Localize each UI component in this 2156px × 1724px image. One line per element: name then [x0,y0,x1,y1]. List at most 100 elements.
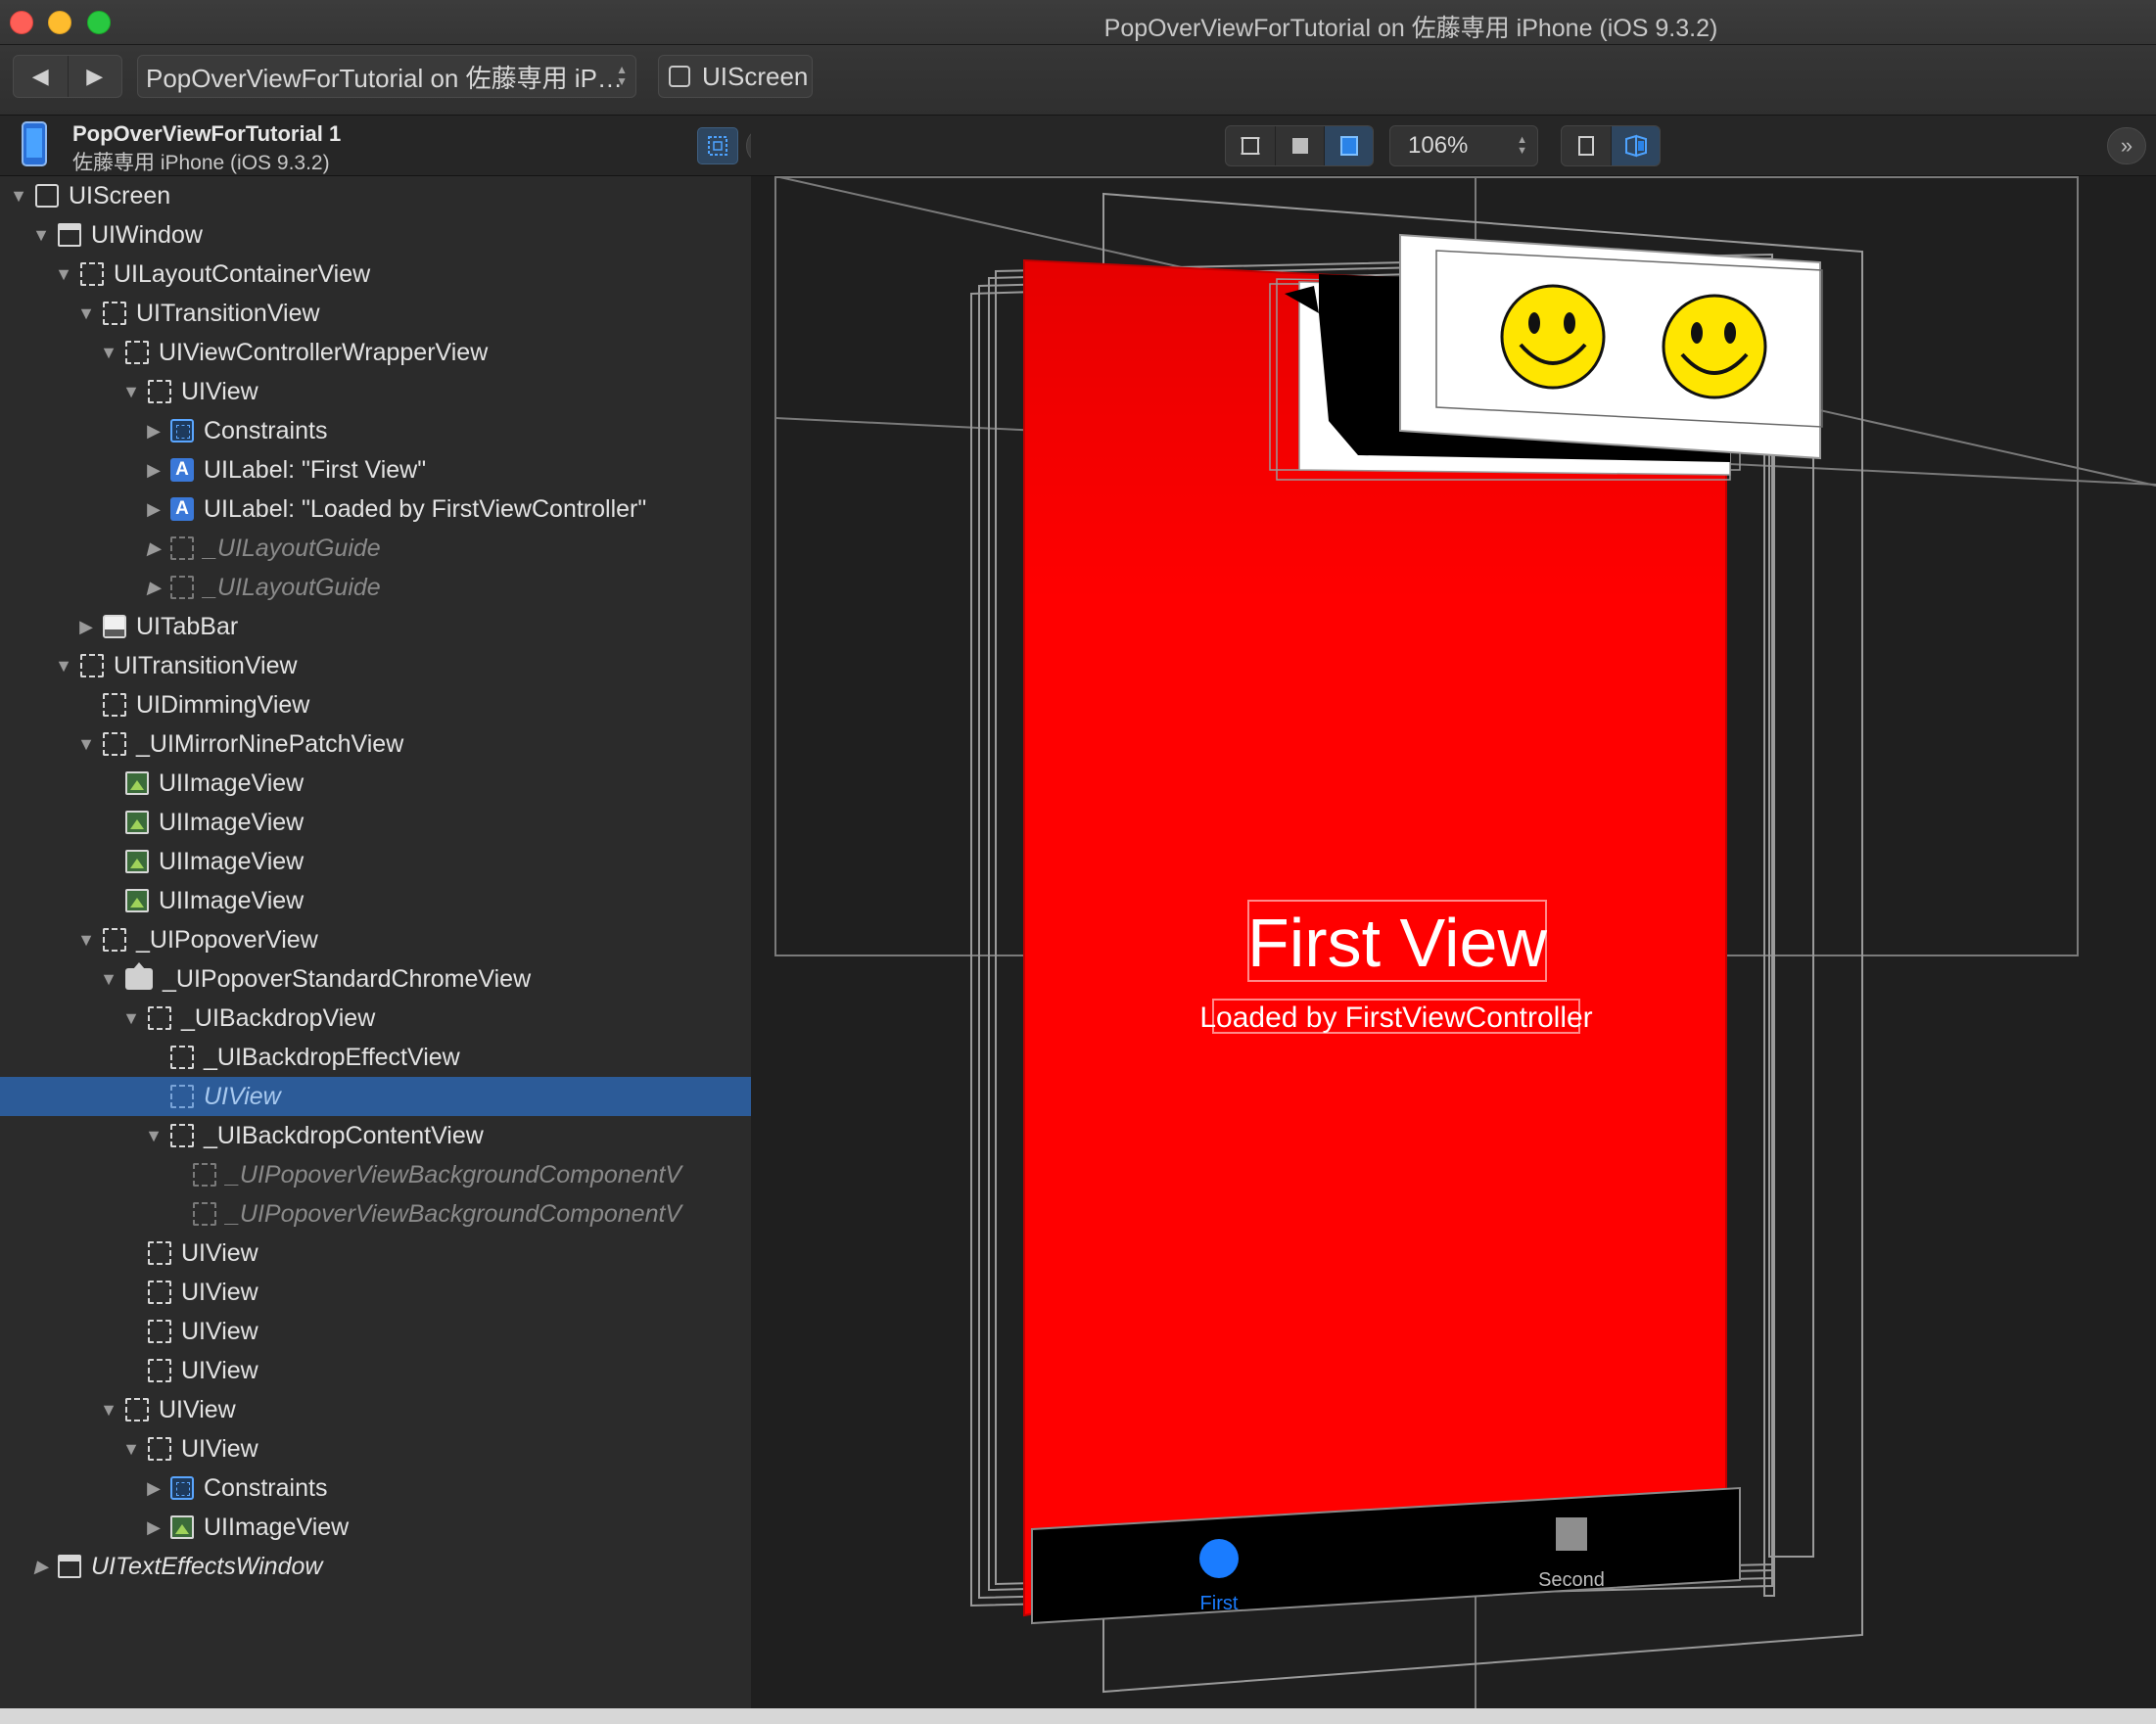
tree-row[interactable]: ▼ _UIMirrorNinePatchView [0,724,751,764]
wireframes-button[interactable] [1226,126,1275,165]
disclosure-open-icon[interactable]: ▼ [120,382,142,402]
disclosure-closed-icon[interactable]: ▶ [143,538,164,559]
tree-row[interactable]: UIImageView [0,764,751,803]
view-debugger-canvas[interactable]: First View Loaded by FirstViewController… [751,176,2156,1708]
forward-arrow-icon[interactable]: ▶ [69,56,122,97]
show-constraints-button[interactable] [697,127,738,164]
disclosure-open-icon[interactable]: ▼ [98,969,119,990]
tree-row[interactable]: ▶ Constraints [0,411,751,450]
tree-row[interactable]: ▶ UITextEffectsWindow [0,1547,751,1586]
disclosure-closed-icon[interactable]: ▶ [143,1517,164,1538]
disclosure-open-icon[interactable]: ▼ [75,734,97,755]
disclosure-open-icon[interactable]: ▼ [120,1439,142,1460]
tree-row[interactable]: ▶ A UILabel: "First View" [0,450,751,489]
tree-row[interactable]: ▼ _UIPopoverStandardChromeView [0,959,751,999]
view-icon [170,1124,194,1147]
tree-row-label: UIImageView [159,808,305,836]
tree-row[interactable]: UIImageView [0,803,751,842]
expand-inspector-button[interactable]: » [2107,127,2146,164]
tree-row[interactable]: ▶ UIImageView [0,1508,751,1547]
tree-row[interactable]: ▶ Constraints [0,1468,751,1508]
tab-second-icon[interactable] [1556,1517,1587,1551]
tree-row[interactable]: ▼ UITransitionView [0,294,751,333]
tree-row[interactable]: _UIPopoverViewBackgroundComponentV [0,1194,751,1234]
jump-bar-node-crumb[interactable]: UIScreen [658,55,813,98]
3d-view-button[interactable] [1611,126,1660,165]
disclosure-open-icon[interactable]: ▼ [75,930,97,951]
tree-row[interactable]: UIView [0,1234,751,1273]
disclosure-closed-icon[interactable]: ▶ [143,421,164,442]
tree-row[interactable]: ▼ _UIBackdropContentView [0,1116,751,1155]
tree-row[interactable]: ▼ UIWindow [0,215,751,255]
disclosure-open-icon[interactable]: ▼ [75,303,97,324]
tree-row-label: _UIPopoverStandardChromeView [163,964,532,993]
tree-row[interactable]: UIView [0,1351,751,1390]
tree-row[interactable]: _UIBackdropEffectView [0,1038,751,1077]
view-icon [80,654,104,677]
tree-row[interactable]: ▶ _UILayoutGuide [0,568,751,607]
disclosure-open-icon[interactable]: ▼ [8,186,29,207]
label-icon: A [170,458,194,482]
disclosure-open-icon[interactable]: ▼ [53,264,74,285]
tree-row[interactable]: ▼ UIView [0,1390,751,1429]
disclosure-open-icon[interactable]: ▼ [53,656,74,676]
tree-row[interactable]: ▼ _UIBackdropView [0,999,751,1038]
tree-row[interactable]: ▼ UILayoutContainerView [0,255,751,294]
disclosure-closed-icon[interactable]: ▶ [30,1557,52,1577]
tree-row[interactable]: ▼ UIView [0,1429,751,1468]
debug-navigator-header: PopOverViewForTutorial 1 佐藤専用 iPhone (iO… [0,116,785,176]
exploded-view-scene[interactable]: First View Loaded by FirstViewController… [751,176,2156,1708]
disclosure-open-icon[interactable]: ▼ [30,225,52,246]
zoom-value: 106% [1408,132,1469,159]
title-bar: PopOverViewForTutorial on 佐藤専用 iPhone (i… [0,0,2156,45]
view-icon [103,693,126,717]
tree-row-label: UIView [181,1434,258,1463]
tree-row[interactable]: ▶ _UILayoutGuide [0,529,751,568]
disclosure-open-icon[interactable]: ▼ [143,1126,164,1146]
tree-row[interactable]: ▼ UIView [0,372,751,411]
tree-row-label: UIDimmingView [136,690,310,719]
disclosure-open-icon[interactable]: ▼ [98,1400,119,1421]
disclosure-closed-icon[interactable]: ▶ [75,617,97,637]
constraints-icon [170,419,194,443]
popover-chrome-icon [125,962,153,990]
screen-icon [669,66,690,87]
tab-first-icon[interactable] [1199,1539,1239,1578]
tree-row[interactable]: ▶ A UILabel: "Loaded by FirstViewControlle… [0,489,751,529]
tree-row-label: UIImageView [159,769,305,797]
tree-row[interactable]: ▼ UIScreen [0,176,751,215]
disclosure-closed-icon[interactable]: ▶ [143,499,164,520]
disclosure-closed-icon[interactable]: ▶ [143,460,164,481]
wireframes-and-contents-button[interactable] [1324,126,1373,165]
disclosure-open-icon[interactable]: ▼ [98,343,119,363]
tree-row-label: _UIBackdropEffectView [204,1043,460,1071]
view-icon [148,1006,171,1030]
tree-row[interactable]: UIView [0,1077,751,1116]
tree-row[interactable]: UIImageView [0,881,751,920]
smiley-face-icon [1500,284,1606,390]
view-icon [125,341,149,364]
tree-row[interactable]: UIDimmingView [0,685,751,724]
window-icon [58,1555,81,1578]
tree-row-label: UIView [159,1395,236,1423]
tab-first-label[interactable]: First [1200,1593,1239,1614]
flat-view-button[interactable] [1562,126,1611,165]
tree-row[interactable]: ▼ _UIPopoverView [0,920,751,959]
contents-button[interactable] [1275,126,1324,165]
disclosure-open-icon[interactable]: ▼ [120,1008,142,1029]
tree-row[interactable]: _UIPopoverViewBackgroundComponentV [0,1155,751,1194]
tab-second-label[interactable]: Second [1538,1569,1605,1591]
tree-row[interactable]: UIView [0,1273,751,1312]
tree-row[interactable]: ▶ UITabBar [0,607,751,646]
tree-row[interactable]: UIView [0,1312,751,1351]
tree-row[interactable]: UIImageView [0,842,751,881]
disclosure-closed-icon[interactable]: ▶ [143,578,164,598]
image-view-icon [170,1515,194,1539]
jump-bar-app-crumb[interactable]: PopOverViewForTutorial on 佐藤専用 iP… ▲ ▼ [137,55,636,98]
zoom-popup[interactable]: 106% ▲ ▼ [1389,125,1538,166]
tree-row[interactable]: ▼ UITransitionView [0,646,751,685]
view-icon [103,732,126,756]
tree-row[interactable]: ▼ UIViewControllerWrapperView [0,333,751,372]
back-arrow-icon[interactable]: ◀ [14,56,69,97]
disclosure-closed-icon[interactable]: ▶ [143,1478,164,1499]
